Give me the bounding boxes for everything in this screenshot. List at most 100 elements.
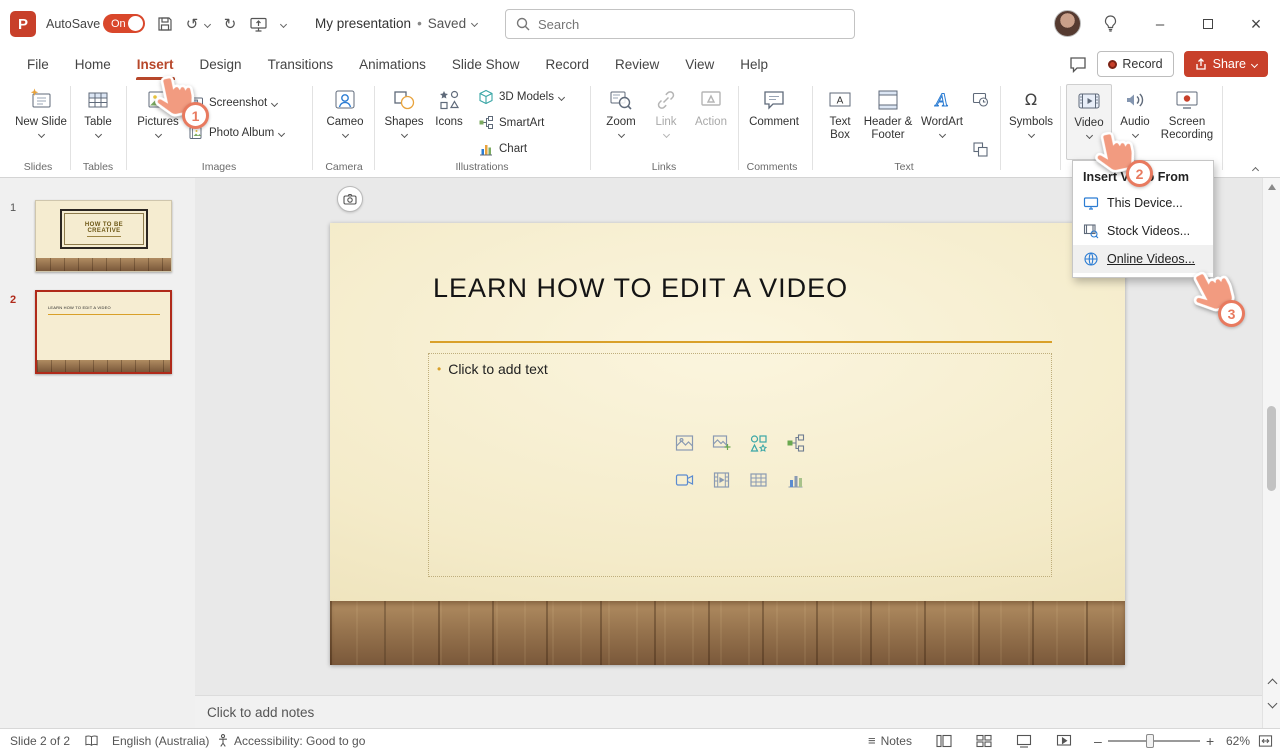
- tab-animations[interactable]: Animations: [346, 48, 439, 80]
- restore-button[interactable]: [1196, 12, 1220, 36]
- online-videos-label: Online Videos...: [1107, 252, 1196, 266]
- zoom-slider-thumb[interactable]: [1146, 734, 1154, 748]
- tab-transitions[interactable]: Transitions: [255, 48, 347, 80]
- search-input[interactable]: [538, 16, 818, 32]
- next-slide-button[interactable]: [1263, 698, 1280, 709]
- document-title[interactable]: My presentation • Saved: [315, 16, 479, 31]
- fit-to-window-button[interactable]: [1258, 729, 1273, 752]
- comment-icon: [764, 91, 784, 110]
- accessibility-icon[interactable]: [216, 729, 230, 752]
- language-indicator[interactable]: English (Australia): [112, 729, 209, 752]
- menu-item-stock-videos[interactable]: Stock Videos...: [1073, 217, 1213, 245]
- insert-video-icon[interactable]: [711, 469, 733, 491]
- autosave-knob: [128, 16, 143, 31]
- table-button[interactable]: Table: [74, 84, 122, 160]
- reading-view-button[interactable]: [1016, 729, 1032, 752]
- scroll-up-arrow[interactable]: [1263, 184, 1280, 190]
- group-label-camera: Camera: [325, 161, 363, 173]
- slideshow-view-button[interactable]: [1056, 729, 1072, 752]
- insert-smartart-icon[interactable]: [785, 432, 807, 454]
- close-button[interactable]: ×: [1244, 12, 1268, 36]
- slide-sorter-view-button[interactable]: [976, 729, 992, 752]
- table-chevron-icon: [94, 131, 102, 139]
- zoom-slider[interactable]: [1108, 734, 1200, 748]
- tab-help[interactable]: Help: [727, 48, 781, 80]
- zoom-out-button[interactable]: –: [1094, 729, 1102, 752]
- group-separator: [312, 86, 313, 170]
- insert-picture-icon[interactable]: [711, 432, 733, 454]
- header-footer-label: Header & Footer: [863, 116, 913, 142]
- object-button[interactable]: [972, 138, 989, 160]
- vertical-scrollbar[interactable]: [1262, 178, 1280, 728]
- 3d-models-button[interactable]: 3D Models: [478, 86, 566, 108]
- tab-record[interactable]: Record: [532, 48, 602, 80]
- scrollbar-thumb[interactable]: [1267, 406, 1276, 491]
- status-bar: Slide 2 of 2 English (Australia) Accessi…: [0, 728, 1280, 752]
- tab-view[interactable]: View: [672, 48, 727, 80]
- user-avatar[interactable]: [1054, 10, 1081, 37]
- save-icon[interactable]: [155, 14, 175, 34]
- new-slide-button[interactable]: New Slide: [14, 84, 68, 160]
- comment-label: Comment: [749, 116, 799, 128]
- comment-button[interactable]: Comment: [746, 84, 802, 160]
- text-box-button[interactable]: A Text Box: [818, 84, 862, 160]
- quick-access-chevron-icon[interactable]: [278, 14, 288, 34]
- accessibility-status[interactable]: Accessibility: Good to go: [234, 729, 365, 752]
- tab-home[interactable]: Home: [62, 48, 124, 80]
- insert-cameo-icon[interactable]: [674, 469, 696, 491]
- tab-file[interactable]: File: [14, 48, 62, 80]
- zoom-button[interactable]: Zoom: [598, 84, 644, 160]
- header-footer-button[interactable]: Header & Footer: [862, 84, 914, 160]
- present-to-display-icon[interactable]: [248, 14, 268, 34]
- slide-2-thumbnail[interactable]: LEARN HOW TO EDIT A VIDEO: [35, 290, 172, 374]
- camera-icon: [343, 193, 357, 205]
- undo-chevron-icon[interactable]: [202, 14, 212, 34]
- content-placeholder[interactable]: • Click to add text: [428, 353, 1052, 577]
- tab-review[interactable]: Review: [602, 48, 672, 80]
- icons-button[interactable]: Icons: [428, 84, 470, 160]
- tab-slide-show[interactable]: Slide Show: [439, 48, 533, 80]
- group-separator: [126, 86, 127, 170]
- insert-table-icon[interactable]: [748, 469, 770, 491]
- lightbulb-icon[interactable]: [1100, 13, 1120, 33]
- chart-button[interactable]: Chart: [478, 138, 527, 160]
- powerpoint-logo-icon[interactable]: P: [10, 11, 36, 37]
- slide-1-thumbnail[interactable]: HOW TO BE CREATIVE: [35, 200, 172, 272]
- video-icon: [1078, 93, 1100, 109]
- previous-slide-button[interactable]: [1263, 676, 1280, 689]
- notes-pane[interactable]: Click to add notes: [195, 695, 1262, 728]
- share-button[interactable]: Share: [1183, 51, 1268, 77]
- minimize-button[interactable]: –: [1148, 12, 1172, 36]
- zoom-in-button[interactable]: +: [1206, 729, 1214, 752]
- shapes-icon: [394, 91, 415, 110]
- slide-title-text[interactable]: LEARN HOW TO EDIT A VIDEO: [433, 273, 848, 304]
- search-bar[interactable]: [505, 9, 855, 39]
- zoom-level[interactable]: 62%: [1226, 729, 1250, 752]
- slide-editing-surface[interactable]: LEARN HOW TO EDIT A VIDEO • Click to add…: [330, 223, 1125, 665]
- symbols-button[interactable]: Ω Symbols: [1006, 84, 1056, 160]
- group-label-tables: Tables: [82, 161, 114, 173]
- redo-icon[interactable]: ↻: [220, 14, 240, 34]
- undo-icon[interactable]: ↺: [182, 14, 202, 34]
- cameo-button[interactable]: Cameo: [320, 84, 370, 160]
- autosave-toggle[interactable]: On: [103, 14, 145, 33]
- record-button[interactable]: Record: [1097, 51, 1174, 77]
- symbols-label: Symbols: [1008, 116, 1054, 128]
- smartart-button[interactable]: SmartArt: [478, 112, 544, 134]
- cameo-insert-button[interactable]: [337, 186, 363, 212]
- group-separator: [70, 86, 71, 170]
- insert-icons-icon[interactable]: [748, 432, 770, 454]
- normal-view-button[interactable]: [936, 729, 952, 752]
- insert-chart-icon[interactable]: [785, 469, 807, 491]
- wordart-button[interactable]: A WordArt: [918, 84, 966, 160]
- insert-stock-image-icon[interactable]: [674, 432, 696, 454]
- date-time-button[interactable]: [972, 88, 989, 110]
- proofing-icon[interactable]: [84, 729, 99, 752]
- group-separator: [374, 86, 375, 170]
- comments-icon[interactable]: [1069, 56, 1087, 73]
- new-slide-icon: [30, 88, 51, 108]
- notes-toggle-button[interactable]: ≡ Notes: [868, 729, 912, 752]
- shapes-button[interactable]: Shapes: [380, 84, 428, 160]
- collapse-ribbon-icon[interactable]: [1248, 164, 1262, 176]
- placeholder-prompt-text: Click to add text: [448, 361, 548, 377]
